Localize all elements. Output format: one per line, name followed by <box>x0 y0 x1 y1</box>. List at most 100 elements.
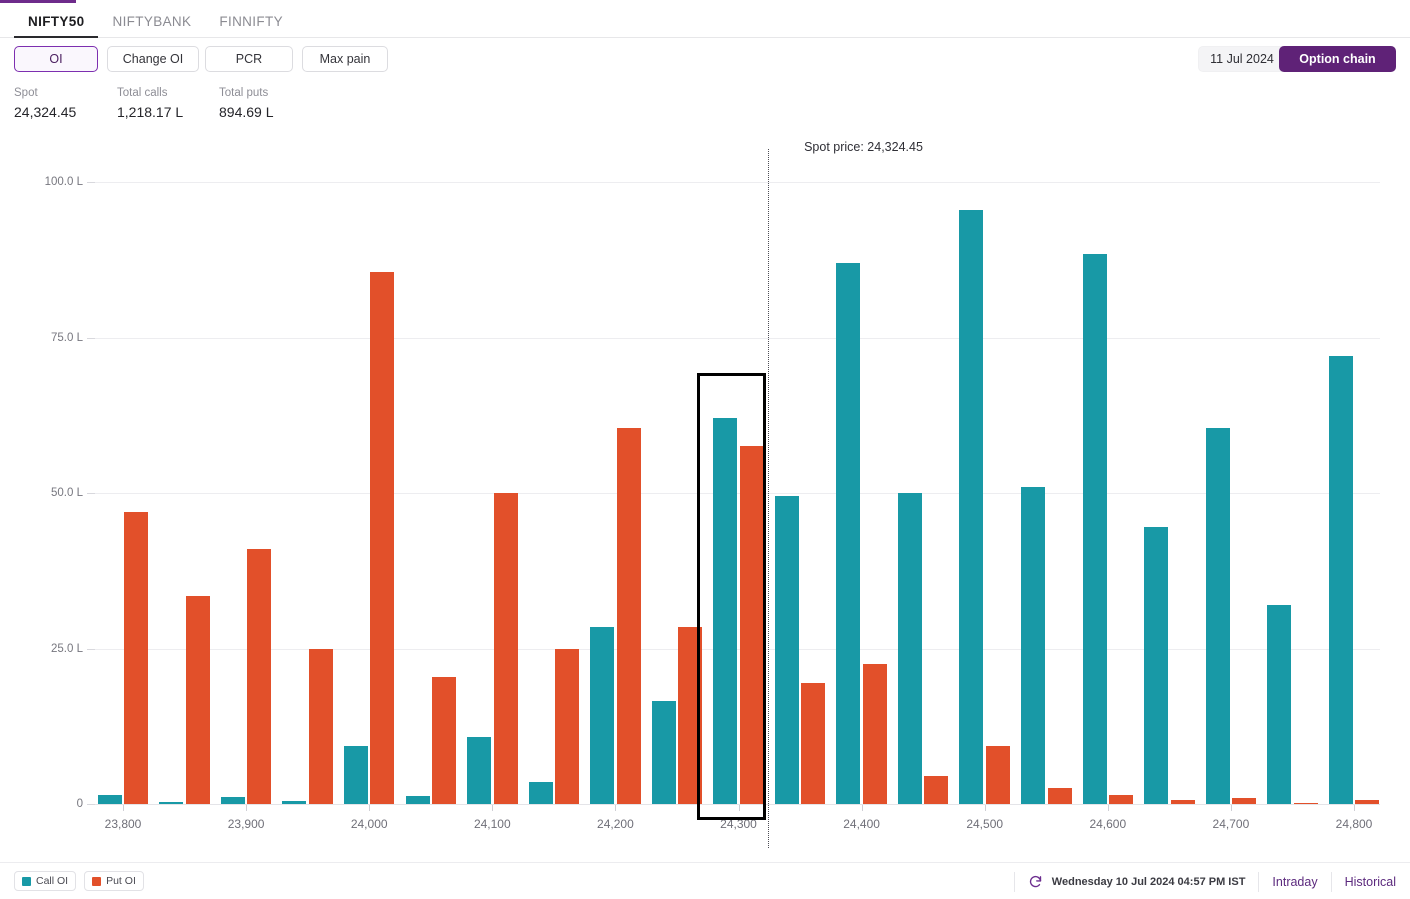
bar-call-oi[interactable] <box>1205 427 1230 804</box>
bar-call-oi[interactable] <box>651 701 676 804</box>
selected-strike-highlight[interactable] <box>696 373 766 820</box>
x-axis-tick <box>1354 805 1355 811</box>
tab-label: NIFTY50 <box>28 13 85 29</box>
bar-call-oi[interactable] <box>774 496 799 804</box>
x-axis-tick <box>1107 805 1109 811</box>
chart-plot-area: 0 25.0 L 50.0 L 75.0 L 100.0 L 23,800 23,900 24… <box>45 140 1380 899</box>
bar-put-oi[interactable] <box>370 272 395 804</box>
segment-button-max-pain[interactable]: Max pain <box>302 46 388 72</box>
segment-button-label: Max pain <box>319 52 371 66</box>
stat-total-calls: Total calls 1,218.17 L <box>117 85 219 122</box>
y-gridline <box>95 182 1380 183</box>
spot-price-line <box>767 149 769 848</box>
bar-call-oi[interactable] <box>897 493 922 804</box>
expiry-date-value: 11 Jul 2024 <box>1210 52 1274 66</box>
bar-call-oi[interactable] <box>1021 486 1045 804</box>
x-axis-label: 23,800 <box>104 817 142 831</box>
y-axis-label: 0 <box>76 798 83 810</box>
y-axis-label: 25.0 L <box>51 642 83 655</box>
bar-call-oi[interactable] <box>220 796 245 804</box>
bar-call-oi[interactable] <box>467 736 492 804</box>
bar-call-oi[interactable] <box>97 794 122 804</box>
bar-put-oi[interactable] <box>308 648 333 804</box>
bar-put-oi[interactable] <box>924 776 949 804</box>
bar-put-oi[interactable] <box>1170 800 1195 804</box>
stat-label: Spot <box>14 87 38 99</box>
footer-right-group: Wednesday 10 Jul 2024 04:57 PM IST Intra… <box>1001 863 1396 899</box>
option-chain-button-label: Option chain <box>1299 52 1376 66</box>
tab-label: FINNIFTY <box>219 13 283 29</box>
tab-finnifty[interactable]: FINNIFTY <box>205 13 297 38</box>
y-axis-tick <box>87 804 95 805</box>
bar-call-oi[interactable] <box>1328 356 1353 804</box>
summary-stats: Spot 24,324.45 Total calls 1,218.17 L Total … <box>14 85 339 122</box>
x-axis-label: 24,000 <box>350 817 388 831</box>
y-axis-label: 50.0 L <box>51 487 83 499</box>
stat-total-puts: Total puts 894.69 L <box>219 85 339 122</box>
spot-price-annotation: Spot price: 24,324.45 <box>804 140 923 154</box>
stat-value: 1,218.17 L <box>117 104 184 120</box>
x-axis-label: 24,700 <box>1212 817 1250 831</box>
legend-swatch-icon <box>92 876 102 886</box>
x-axis-tick <box>123 805 124 811</box>
bar-put-oi[interactable] <box>862 664 887 804</box>
legend-label: Call OI <box>36 875 69 887</box>
bar-put-oi[interactable] <box>432 676 456 804</box>
tab-label: NIFTYBANK <box>112 13 192 29</box>
stat-value: 894.69 L <box>219 104 274 120</box>
x-axis-label: 24,800 <box>1335 817 1373 831</box>
x-axis-label: 24,100 <box>473 817 511 831</box>
bar-put-oi[interactable] <box>1355 799 1380 804</box>
bar-call-oi[interactable] <box>1267 604 1292 804</box>
bar-call-oi[interactable] <box>159 802 184 804</box>
legend-label: Put OI <box>106 875 136 887</box>
tab-niftybank[interactable]: NIFTYBANK <box>98 13 205 38</box>
footer-divider-2 <box>1258 871 1260 892</box>
segment-button-pcr[interactable]: PCR <box>205 46 293 72</box>
x-axis-label: 24,200 <box>597 817 634 831</box>
x-axis-tick <box>492 805 494 811</box>
bar-call-oi[interactable] <box>836 262 861 804</box>
bar-call-oi[interactable] <box>1082 253 1107 804</box>
bar-put-oi[interactable] <box>616 427 641 804</box>
segment-button-change-oi[interactable]: Change OI <box>107 46 199 72</box>
segment-button-label: PCR <box>235 52 263 66</box>
bar-put-oi[interactable] <box>247 548 272 804</box>
intraday-link[interactable]: Intraday <box>1272 875 1317 889</box>
bar-put-oi[interactable] <box>124 511 149 804</box>
bar-put-oi[interactable] <box>493 493 518 804</box>
bar-put-oi[interactable] <box>185 595 210 804</box>
bar-call-oi[interactable] <box>1144 527 1169 804</box>
bar-put-oi[interactable] <box>1232 797 1257 804</box>
bar-call-oi[interactable] <box>343 746 368 804</box>
bar-put-oi[interactable] <box>1109 794 1134 804</box>
x-axis-tick <box>1230 805 1232 811</box>
x-axis-tick <box>369 805 371 811</box>
bar-put-oi[interactable] <box>985 746 1010 804</box>
bar-call-oi[interactable] <box>282 800 307 804</box>
last-updated-timestamp: Wednesday 10 Jul 2024 04:57 PM IST <box>1051 875 1246 888</box>
legend-chip-put-oi[interactable]: Put OI <box>84 871 144 891</box>
bar-put-oi[interactable] <box>801 682 826 804</box>
x-axis-tick <box>615 805 617 811</box>
bar-put-oi[interactable] <box>1293 802 1318 804</box>
bar-put-oi[interactable] <box>1047 788 1072 804</box>
bar-put-oi[interactable] <box>555 648 580 804</box>
option-chain-button[interactable]: Option chain <box>1279 46 1396 72</box>
tab-nifty50[interactable]: NIFTY50 <box>14 13 99 38</box>
bar-call-oi[interactable] <box>959 210 984 804</box>
segment-button-oi[interactable]: OI <box>14 46 98 72</box>
y-axis-tick <box>87 337 95 339</box>
index-tab-bar: NIFTY50 NIFTYBANK FINNIFTY <box>0 3 1410 38</box>
refresh-icon[interactable] <box>1028 874 1043 889</box>
historical-link[interactable]: Historical <box>1345 875 1396 889</box>
x-axis-tick <box>246 805 248 811</box>
segment-button-label: OI <box>49 52 63 66</box>
legend-chip-call-oi[interactable]: Call OI <box>14 871 77 891</box>
chart-legend: Call OI Put OI <box>14 871 144 891</box>
bar-call-oi[interactable] <box>590 626 615 804</box>
x-axis-tick <box>984 805 986 811</box>
bar-call-oi[interactable] <box>528 782 553 804</box>
bar-call-oi[interactable] <box>405 795 430 804</box>
y-axis-tick <box>87 648 95 650</box>
